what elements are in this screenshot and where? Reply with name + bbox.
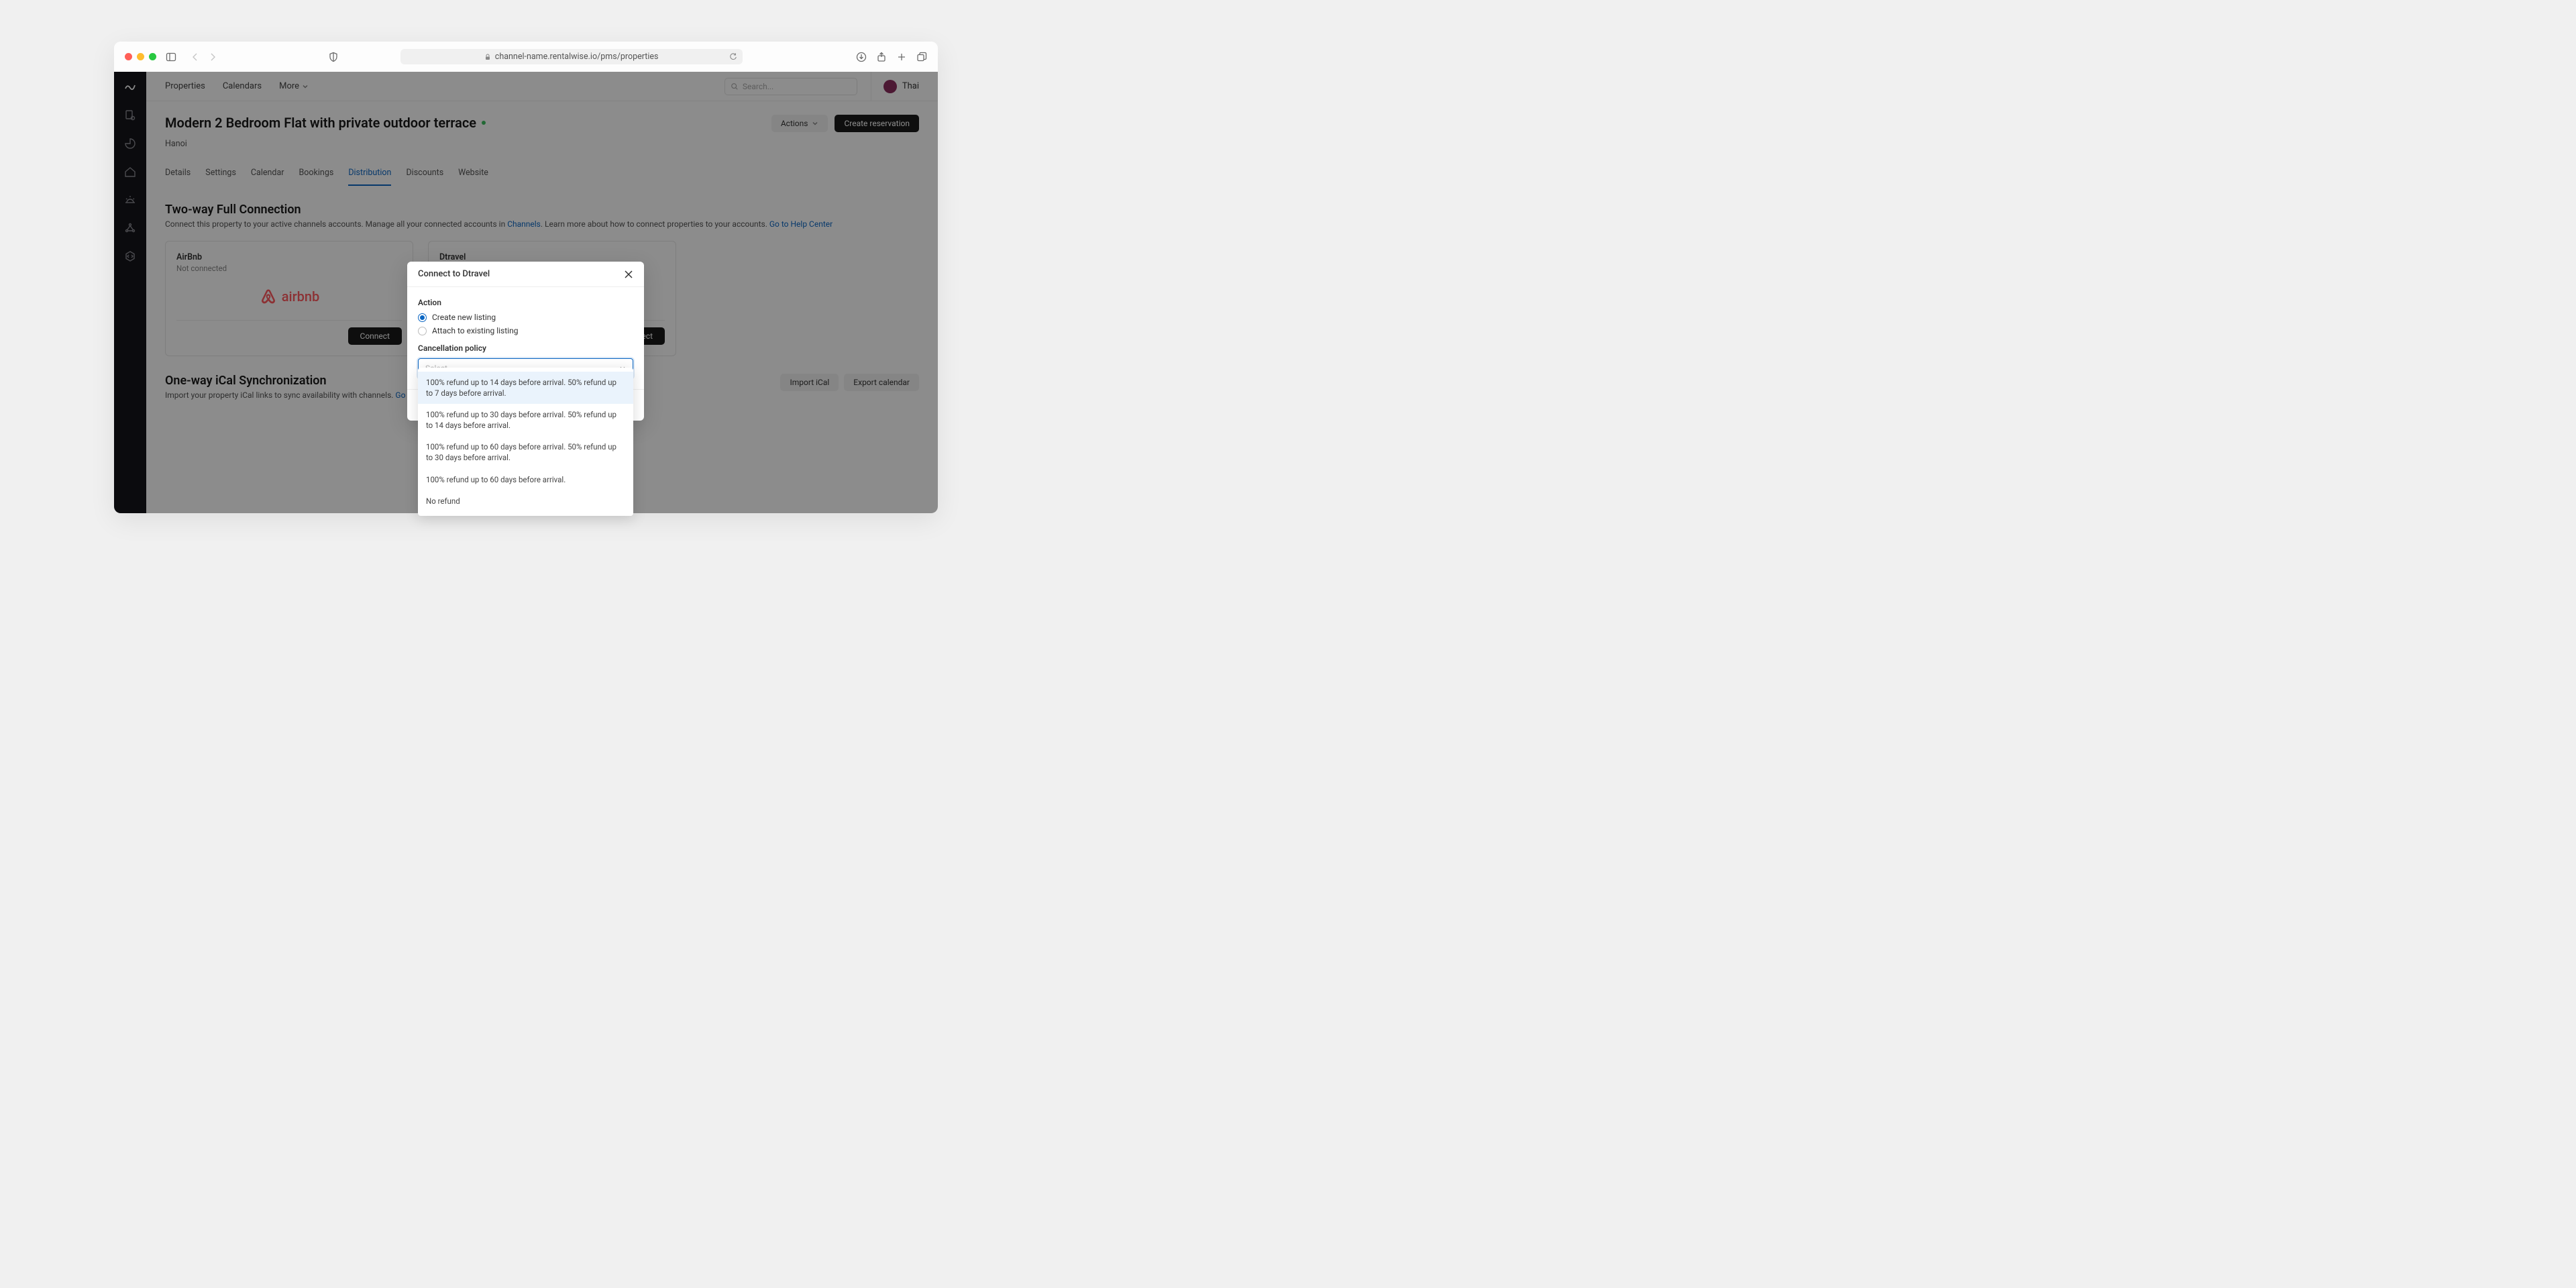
radio-icon [418,327,427,335]
radio-icon [418,313,427,322]
policy-option[interactable]: 100% refund up to 60 days before arrival… [418,469,633,490]
share-icon[interactable] [876,52,887,62]
reload-icon[interactable] [729,53,737,61]
lock-icon [484,54,491,60]
nav-back-icon[interactable] [190,52,201,62]
policy-option[interactable]: 100% refund up to 14 days before arrival… [418,372,633,404]
sidebar-toggle-icon[interactable] [166,52,176,62]
policy-label: Cancellation policy [418,343,633,353]
download-icon[interactable] [856,52,867,62]
new-tab-icon[interactable] [896,52,907,62]
url-text: channel-name.rentalwise.io/pms/propertie… [495,52,659,62]
tabs-icon[interactable] [916,52,927,62]
url-bar[interactable]: channel-name.rentalwise.io/pms/propertie… [400,49,743,64]
browser-toolbar: channel-name.rentalwise.io/pms/propertie… [114,42,938,72]
policy-option[interactable]: No refund [418,490,633,512]
radio-attach-listing[interactable]: Attach to existing listing [418,326,633,335]
policy-option[interactable]: 100% refund up to 60 days before arrival… [418,436,633,468]
policy-dropdown: 100% refund up to 14 days before arrival… [418,368,633,516]
shield-icon[interactable] [328,52,339,62]
traffic-lights [125,53,156,60]
radio-create-listing[interactable]: Create new listing [418,313,633,322]
nav-forward-icon[interactable] [207,52,218,62]
policy-option[interactable]: 100% refund up to 30 days before arrival… [418,404,633,436]
window-maximize[interactable] [149,53,156,60]
modal-title: Connect to Dtravel [418,269,490,279]
window-close[interactable] [125,53,132,60]
action-label: Action [418,298,633,307]
close-icon[interactable] [624,270,633,279]
window-minimize[interactable] [137,53,144,60]
